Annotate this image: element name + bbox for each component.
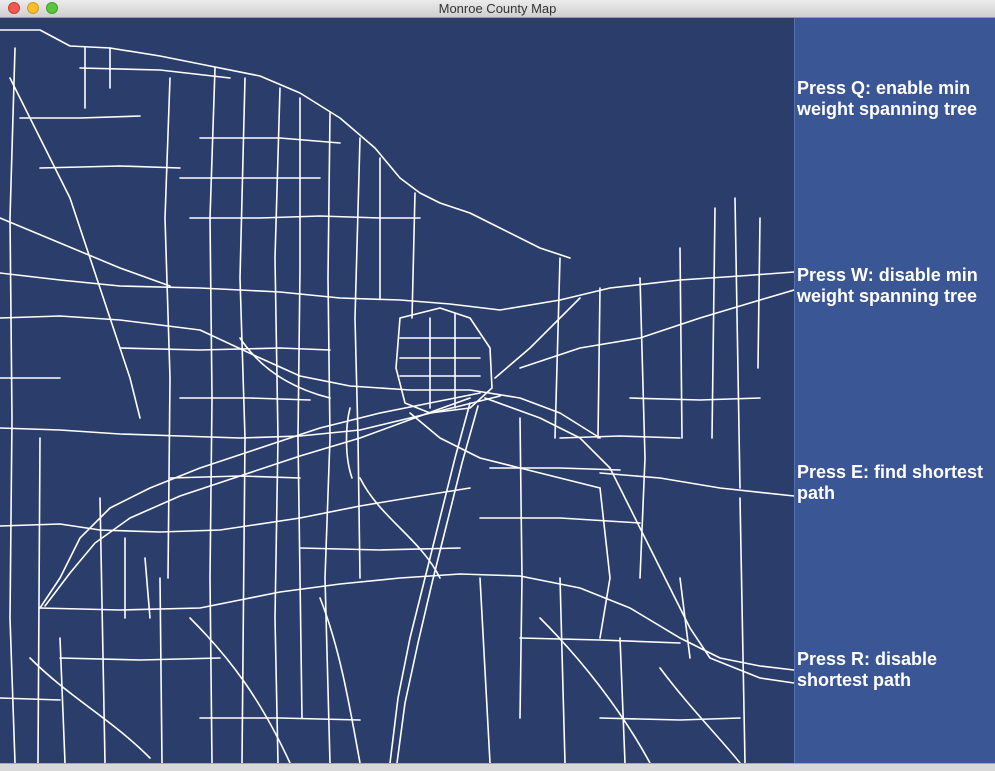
instruction-find-shortest-path: Press E: find shortest path: [797, 462, 984, 503]
instruction-disable-mst: Press W: disable min weight spanning tre…: [797, 265, 978, 306]
instruction-disable-shortest-path: Press R: disable shortest path: [797, 649, 938, 690]
instruction-enable-mst: Press Q: enable min weight spanning tree: [797, 78, 978, 119]
window-title: Monroe County Map: [438, 1, 557, 16]
road-network: [0, 18, 794, 763]
instructions-panel: Press Q: enable min weight spanning tree…: [794, 18, 995, 763]
title-bar: Monroe County Map: [0, 0, 995, 18]
map-canvas[interactable]: [0, 18, 794, 763]
